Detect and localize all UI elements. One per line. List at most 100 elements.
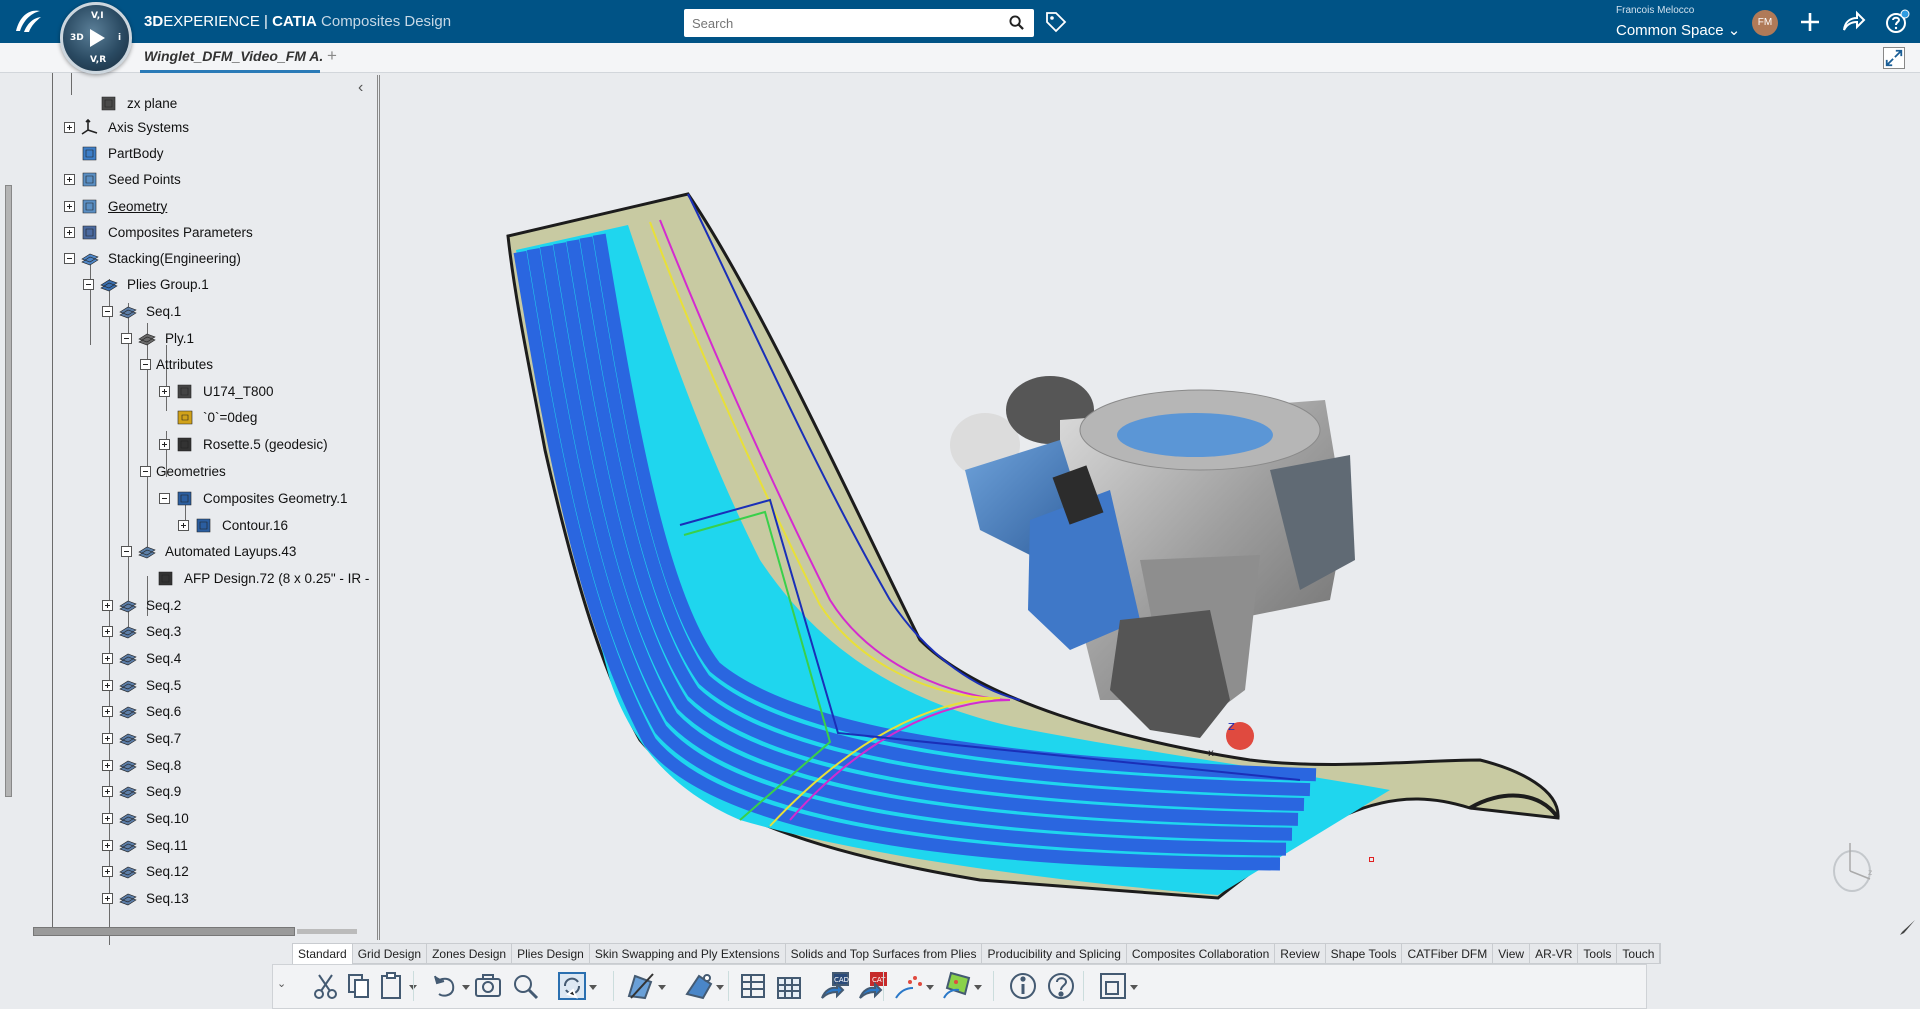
tab-zones-design[interactable]: Zones Design: [427, 944, 513, 964]
dropdown-arrow-icon[interactable]: [974, 985, 982, 990]
shape-icon[interactable]: [683, 970, 715, 1002]
collapse-icon[interactable]: [64, 252, 75, 264]
tab-grid-design[interactable]: Grid Design: [353, 944, 428, 964]
tree-item[interactable]: AFP Design.72 (8 x 0.25" - IR -: [140, 567, 369, 589]
mapping-icon[interactable]: [941, 970, 973, 1002]
tab-review[interactable]: Review: [1275, 944, 1326, 964]
expand-icon[interactable]: [102, 785, 113, 797]
corner-handle-icon[interactable]: [1898, 918, 1916, 936]
window-icon[interactable]: [1097, 970, 1129, 1002]
expand-icon[interactable]: [102, 759, 113, 771]
tree-item[interactable]: Seq.3: [102, 620, 181, 642]
tree-item[interactable]: Rosette.5 (geodesic): [159, 433, 328, 455]
dropdown-arrow-icon[interactable]: [658, 985, 666, 990]
tab-view[interactable]: View: [1493, 944, 1531, 964]
collapse-icon[interactable]: [102, 305, 113, 317]
collapse-icon[interactable]: [140, 358, 151, 370]
search-input[interactable]: [692, 9, 992, 37]
tab-skin-swapping-and-ply-extensions[interactable]: Skin Swapping and Ply Extensions: [590, 944, 786, 964]
expand-icon[interactable]: [178, 519, 189, 531]
expand-icon[interactable]: [64, 121, 75, 133]
tree-horizontal-scrollbar[interactable]: [33, 927, 295, 936]
3d-viewport[interactable]: Z x: [385, 73, 1920, 938]
search-icon[interactable]: [1009, 15, 1024, 30]
expand-icon[interactable]: [102, 679, 113, 691]
tab-solids-and-top-surfaces-from-plies[interactable]: Solids and Top Surfaces from Plies: [786, 944, 983, 964]
collapse-tree-icon[interactable]: ‹: [358, 79, 363, 97]
tab-touch[interactable]: Touch: [1617, 944, 1661, 964]
tab-catfiber-dfm[interactable]: CATFiber DFM: [1402, 944, 1494, 964]
expand-icon[interactable]: [64, 226, 75, 238]
tree-item[interactable]: PartBody: [64, 142, 164, 164]
table-icon[interactable]: [737, 970, 769, 1002]
dropdown-arrow-icon[interactable]: [716, 985, 724, 990]
collapse-icon[interactable]: [121, 545, 132, 557]
axis-triad-icon[interactable]: z: [1830, 835, 1880, 895]
share-icon[interactable]: [1840, 9, 1866, 35]
tree-item[interactable]: Contour.16: [178, 514, 288, 536]
info-icon[interactable]: [1007, 970, 1039, 1002]
expand-icon[interactable]: [102, 865, 113, 877]
help-icon[interactable]: [1884, 9, 1910, 35]
export-catfiber-icon[interactable]: CAT: [857, 970, 889, 1002]
expand-icon[interactable]: [102, 892, 113, 904]
tab-standard[interactable]: Standard: [293, 944, 353, 964]
tree-item[interactable]: U174_T800: [159, 380, 274, 402]
dropdown-arrow-icon[interactable]: [589, 985, 597, 990]
tree-item[interactable]: Seq.13: [102, 887, 189, 909]
tree-item[interactable]: Seq.6: [102, 700, 181, 722]
cut-icon[interactable]: [310, 970, 342, 1002]
search-tool-icon[interactable]: [509, 970, 541, 1002]
dropdown-arrow-icon[interactable]: [1130, 985, 1138, 990]
scatter-icon[interactable]: [893, 970, 925, 1002]
tree-item[interactable]: Seq.4: [102, 647, 181, 669]
add-icon[interactable]: [1797, 9, 1823, 35]
tree-item[interactable]: Composites Parameters: [64, 221, 253, 243]
tree-item[interactable]: Plies Group.1: [83, 273, 209, 295]
grid-icon[interactable]: [773, 970, 805, 1002]
tree-item[interactable]: Automated Layups.43: [121, 540, 296, 562]
capture-icon[interactable]: [472, 970, 504, 1002]
expand-icon[interactable]: [102, 625, 113, 637]
tree-item[interactable]: Seq.8: [102, 754, 181, 776]
tree-item[interactable]: Geometries: [140, 460, 226, 482]
tree-vertical-scrollbar[interactable]: [5, 185, 12, 797]
tree-item[interactable]: Seq.12: [102, 860, 189, 882]
tree-item[interactable]: `0`=0deg: [159, 406, 257, 428]
help-icon[interactable]: [1045, 970, 1077, 1002]
fullscreen-icon[interactable]: [1883, 47, 1905, 69]
tree-item[interactable]: Seq.1: [102, 300, 181, 322]
tab-ar-vr[interactable]: AR-VR: [1530, 944, 1579, 964]
update-icon[interactable]: [556, 970, 588, 1002]
tree-item[interactable]: Seq.2: [102, 594, 181, 616]
tree-item[interactable]: Stacking(Engineering): [64, 247, 241, 269]
undo-icon[interactable]: [429, 970, 461, 1002]
compass-icon[interactable]: V,I 3D i V,R: [60, 2, 132, 74]
tree-item[interactable]: Seq.10: [102, 807, 189, 829]
collapse-icon[interactable]: [121, 332, 132, 344]
expand-icon[interactable]: [159, 438, 170, 450]
sketch-icon[interactable]: [625, 970, 657, 1002]
tab-composites-collaboration[interactable]: Composites Collaboration: [1127, 944, 1276, 964]
collapse-icon[interactable]: [159, 492, 170, 504]
export-cad-icon[interactable]: CAD: [819, 970, 851, 1002]
expand-icon[interactable]: [102, 599, 113, 611]
panel-splitter[interactable]: [377, 75, 380, 940]
expand-icon[interactable]: [159, 385, 170, 397]
tab-plies-design[interactable]: Plies Design: [512, 944, 590, 964]
avatar[interactable]: FM: [1752, 10, 1778, 36]
tab-document[interactable]: Winglet_DFM_Video_FM A.: [144, 48, 323, 64]
expand-icon[interactable]: [102, 812, 113, 824]
paste-icon[interactable]: [376, 970, 408, 1002]
tree-item[interactable]: zx plane: [83, 92, 177, 114]
expand-icon[interactable]: [102, 652, 113, 664]
tree-item[interactable]: Attributes: [140, 353, 213, 375]
tree-item[interactable]: Seed Points: [64, 168, 181, 190]
tree-item[interactable]: Composites Geometry.1: [159, 487, 348, 509]
expand-icon[interactable]: [64, 200, 75, 212]
tree-item[interactable]: Seq.7: [102, 727, 181, 749]
dropdown-arrow-icon[interactable]: [926, 985, 934, 990]
tree-item[interactable]: Seq.5: [102, 674, 181, 696]
expand-icon[interactable]: [102, 705, 113, 717]
tree-item[interactable]: Seq.9: [102, 780, 181, 802]
